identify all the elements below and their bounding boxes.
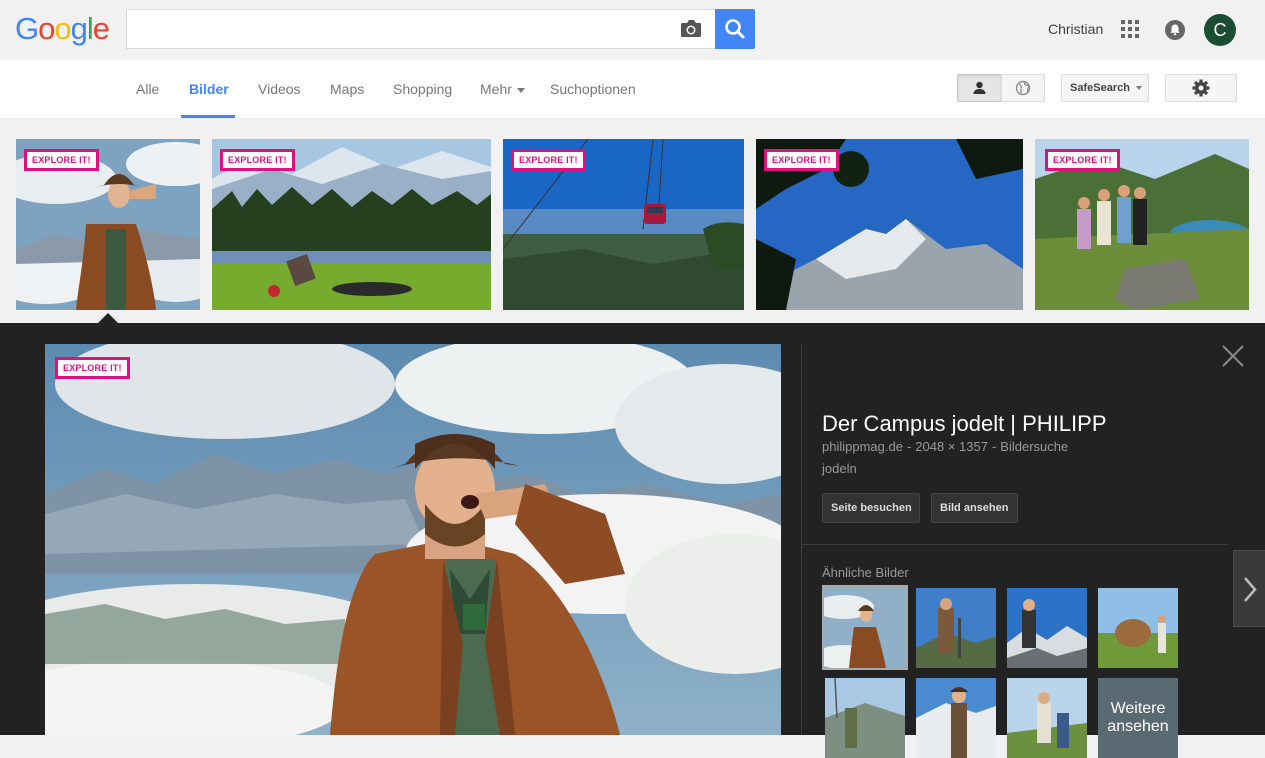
visit-page-button[interactable]: Seite besuchen <box>822 493 920 523</box>
explore-it-badge: EXPLORE IT! <box>1045 149 1120 171</box>
view-image-button[interactable]: Bild ansehen <box>931 493 1018 523</box>
image-results-row: EXPLORE IT! EXPLORE IT! EXPLORE IT! EXPL… <box>0 119 1265 323</box>
image-search-link[interactable]: Bildersuche <box>1000 439 1068 454</box>
tab-maps[interactable]: Maps <box>330 81 364 97</box>
similar-image[interactable] <box>1098 588 1178 668</box>
selection-caret <box>98 313 118 323</box>
similar-image[interactable] <box>916 588 996 668</box>
google-logo[interactable]: Google <box>15 11 110 47</box>
gear-icon <box>1192 79 1210 97</box>
explore-it-badge: EXPLORE IT! <box>511 149 586 171</box>
similar-image[interactable] <box>822 585 908 670</box>
search-input[interactable] <box>126 9 716 49</box>
tab-more-label: Mehr <box>480 81 512 97</box>
chevron-down-icon <box>1136 86 1142 91</box>
user-name[interactable]: Christian <box>1048 21 1103 37</box>
tab-shopping[interactable]: Shopping <box>393 81 452 97</box>
search-button[interactable] <box>715 9 755 49</box>
see-more-label: Weitere ansehen <box>1107 700 1168 736</box>
explore-it-badge: EXPLORE IT! <box>764 149 839 171</box>
tab-videos[interactable]: Videos <box>258 81 301 97</box>
logo-letter: G <box>15 11 39 46</box>
similar-image-graphic <box>825 678 905 758</box>
panel-divider <box>801 344 802 735</box>
similar-image-graphic <box>916 588 996 668</box>
tab-more[interactable]: Mehr <box>480 81 525 97</box>
similar-image-graphic <box>916 678 996 758</box>
safesearch-dropdown[interactable]: SafeSearch <box>1061 74 1149 102</box>
tab-all[interactable]: Alle <box>136 81 159 97</box>
avatar[interactable]: C <box>1204 14 1236 46</box>
tab-search-options[interactable]: Suchoptionen <box>550 81 636 97</box>
explore-it-badge: EXPLORE IT! <box>24 149 99 171</box>
see-more-similar[interactable]: Weitere ansehen <box>1098 678 1178 758</box>
global-results-button[interactable] <box>1001 74 1045 102</box>
image-result-1[interactable]: EXPLORE IT! <box>16 139 200 310</box>
camera-icon[interactable] <box>679 18 703 40</box>
image-result-2[interactable]: EXPLORE IT! <box>212 139 491 310</box>
explore-it-badge: EXPLORE IT! <box>55 357 130 379</box>
image-result-4[interactable]: EXPLORE IT! <box>756 139 1023 310</box>
image-result-5[interactable]: EXPLORE IT! <box>1035 139 1249 310</box>
image-preview-panel: EXPLORE IT! Der Campus jodelt | PHILIPP … <box>0 323 1265 758</box>
similar-image[interactable] <box>825 678 905 758</box>
similar-image-graphic <box>1007 678 1087 758</box>
preview-meta: philippmag.de -2048 × 1357- Bildersuche <box>822 439 1069 454</box>
search-icon <box>725 19 745 39</box>
preview-source[interactable]: philippmag.de <box>822 439 903 454</box>
personal-results-button[interactable] <box>957 74 1002 102</box>
settings-button[interactable] <box>1165 74 1237 102</box>
preview-image-graphic <box>45 344 781 735</box>
similar-image-graphic <box>1007 588 1087 668</box>
apps-grid-icon[interactable] <box>1121 20 1139 38</box>
similar-image[interactable] <box>1007 588 1087 668</box>
globe-icon <box>1015 80 1031 96</box>
preview-title[interactable]: Der Campus jodelt | PHILIPP <box>822 411 1107 437</box>
person-icon <box>973 81 986 94</box>
see-more-line1: Weitere <box>1110 700 1166 717</box>
safesearch-label: SafeSearch <box>1070 82 1130 94</box>
image-result-3[interactable]: EXPLORE IT! <box>503 139 744 310</box>
explore-it-badge: EXPLORE IT! <box>220 149 295 171</box>
top-bar: Google Christian C <box>0 0 1265 60</box>
section-divider <box>802 544 1228 545</box>
close-icon[interactable] <box>1222 345 1244 367</box>
active-tab-indicator <box>181 115 235 118</box>
similar-image[interactable] <box>916 678 996 758</box>
notifications-bell-icon[interactable] <box>1165 20 1185 40</box>
preview-image[interactable]: EXPLORE IT! <box>45 344 781 735</box>
preview-dimensions: 2048 × 1357 <box>915 439 988 454</box>
logo-letter: e <box>92 11 110 46</box>
similar-image-graphic <box>824 587 906 668</box>
search-tabs-bar: Alle Bilder Videos Maps Shopping Mehr Su… <box>0 60 1265 119</box>
preview-description: jodeln <box>822 461 857 476</box>
logo-letter: o <box>38 11 55 46</box>
similar-images-label: Ähnliche Bilder <box>822 565 909 580</box>
similar-image-graphic <box>1098 588 1178 668</box>
chevron-right-icon <box>1244 577 1257 602</box>
logo-letter: o <box>54 11 71 46</box>
see-more-line2: ansehen <box>1107 718 1169 735</box>
chevron-down-icon <box>516 87 525 93</box>
similar-image[interactable] <box>1007 678 1087 758</box>
logo-letter: g <box>70 11 88 46</box>
next-image-button[interactable] <box>1233 550 1265 627</box>
tab-images[interactable]: Bilder <box>189 81 229 97</box>
